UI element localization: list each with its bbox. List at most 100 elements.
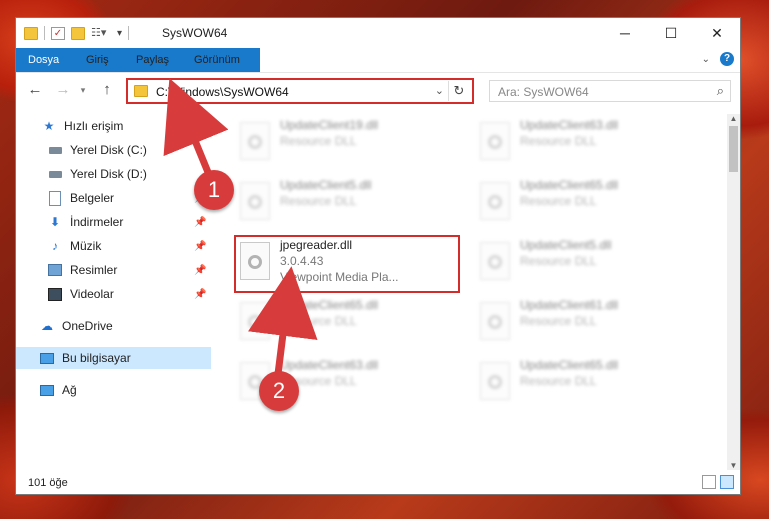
sidebar-item-local-disk-d[interactable]: Yerel Disk (D:) [16,163,211,185]
sidebar-item-label: Belgeler [70,191,115,205]
dll-file-icon [480,122,510,160]
file-type: Resource DLL [520,374,597,388]
close-button[interactable]: ✕ [694,18,740,48]
title-bar: ✓ ☷▾ ▾ SysWOW64 ─ ☐ ✕ [16,18,740,48]
sidebar-item-this-pc[interactable]: Bu bilgisayar [16,347,211,369]
customize-toolbar-icon[interactable]: ▾ [117,28,122,39]
file-name: UpdateClient5.dll [280,178,372,192]
file-name: UpdateClient63.dll [280,358,379,372]
documents-icon [48,190,62,206]
file-type: Resource DLL [520,314,597,328]
folder-icon [24,26,38,40]
ribbon-tabs: Dosya Giriş Paylaş Görünüm ⌄ ? [16,48,740,73]
scroll-up-icon[interactable]: ▲ [727,114,740,123]
item-count: 101 öğe [28,477,68,489]
videos-icon [48,287,62,301]
sidebar-item-network[interactable]: Ağ [16,379,211,401]
music-icon: ♪ [52,239,58,253]
sidebar-item-label: Resimler [70,263,118,277]
pin-icon[interactable]: 📌 [194,289,206,300]
details-view-icon[interactable] [702,475,716,489]
file-type: Resource DLL [280,314,357,328]
window-title: SysWOW64 [162,26,228,40]
scrollbar-thumb[interactable] [729,126,738,172]
file-name: UpdateClient65.dll [280,298,379,312]
file-type: Resource DLL [520,134,597,148]
maximize-button[interactable]: ☐ [648,18,694,48]
file-type: Resource DLL [280,194,357,208]
dll-file-icon [240,182,270,220]
tab-share[interactable]: Paylaş [124,48,181,72]
network-icon [40,383,54,397]
step-2-badge: 2 [259,371,299,411]
chevron-down-icon[interactable]: ⌄ [435,84,444,97]
file-name: UpdateClient63.dll [520,118,619,132]
tab-view[interactable]: Görünüm [182,48,252,72]
pin-icon[interactable]: 📌 [194,217,206,228]
file-name: UpdateClient65.dll [520,178,619,192]
pin-icon[interactable]: 📌 [194,241,206,252]
sidebar-item-label: Bu bilgisayar [62,351,131,365]
cloud-icon: ☁ [41,319,53,333]
file-type: Resource DLL [520,254,597,268]
sidebar-item-music[interactable]: ♪ Müzik 📌 [16,235,211,257]
search-input[interactable]: Ara: SysWOW64 [498,85,589,99]
dll-file-icon [240,122,270,160]
dll-file-icon [480,182,510,220]
file-type: Resource DLL [520,194,597,208]
help-icon[interactable]: ? [720,52,734,66]
address-path[interactable]: C:\Windows\SysWOW64 [156,85,289,99]
quick-access-toolbar: ✓ ☷▾ ▾ [24,26,130,40]
file-tile[interactable]: UpdateClient61.dll Resource DLL [475,294,695,352]
file-tile[interactable]: UpdateClient65.dll Resource DLL [475,354,695,412]
refresh-icon[interactable]: ↻ [448,81,469,101]
file-tile[interactable]: UpdateClient65.dll Resource DLL [235,294,455,352]
divider [128,26,130,40]
navigation-pane: ★ Hızlı erişim Yerel Disk (C:) Yerel Dis… [16,115,211,455]
file-tile[interactable]: UpdateClient65.dll Resource DLL [475,174,695,232]
computer-icon [40,351,54,365]
file-tile[interactable]: UpdateClient63.dll Resource DLL [475,114,695,172]
up-arrow-icon[interactable]: ↑ [98,81,116,99]
address-bar[interactable]: C:\Windows\SysWOW64 ⌄ ↻ [126,78,474,104]
vertical-scrollbar[interactable]: ▲ ▼ [727,114,740,470]
navigation-bar: ← → ▾ ↑ C:\Windows\SysWOW64 ⌄ ↻ Ara: Sys… [16,75,740,107]
sidebar-item-documents[interactable]: Belgeler 📌 [16,187,211,209]
view-options-icon[interactable]: ☷▾ [91,27,106,40]
forward-arrow-icon[interactable]: → [54,81,72,99]
sidebar-item-label: Ağ [62,383,77,397]
search-box[interactable]: Ara: SysWOW64 ⌕ [489,80,731,102]
sidebar-item-label: İndirmeler [70,215,124,229]
recent-locations-icon[interactable]: ▾ [74,81,92,99]
sidebar-item-onedrive[interactable]: ☁ OneDrive [16,315,211,337]
file-tile[interactable]: UpdateClient5.dll Resource DLL [475,234,695,292]
search-icon[interactable]: ⌕ [717,83,724,99]
dll-file-icon [480,362,510,400]
file-name: UpdateClient65.dll [520,358,619,372]
pin-icon[interactable]: 📌 [194,265,206,276]
dll-file-icon [480,302,510,340]
sidebar-item-pictures[interactable]: Resimler 📌 [16,259,211,281]
sidebar-item-label: Videolar [70,287,114,301]
file-highlight-box [234,235,460,293]
tab-home[interactable]: Giriş [74,48,121,72]
file-tile[interactable]: UpdateClient5.dll Resource DLL [235,174,455,232]
sidebar-item-downloads[interactable]: ⬇ İndirmeler 📌 [16,211,211,233]
properties-icon[interactable]: ✓ [51,26,65,40]
step-1-badge: 1 [194,170,234,210]
sidebar-item-local-disk-c[interactable]: Yerel Disk (C:) [16,139,211,161]
dll-file-icon [240,302,270,340]
file-tile[interactable]: UpdateClient19.dll Resource DLL [235,114,455,172]
file-type: Resource DLL [280,134,357,148]
back-arrow-icon[interactable]: ← [26,81,44,99]
sidebar-item-quick-access[interactable]: ★ Hızlı erişim [16,115,211,137]
expand-ribbon-icon[interactable]: ⌄ [702,54,710,65]
divider [44,26,45,40]
dll-file-icon [480,242,510,280]
new-folder-icon[interactable] [71,26,85,40]
scroll-down-icon[interactable]: ▼ [727,461,740,470]
file-name: UpdateClient19.dll [280,118,379,132]
minimize-button[interactable]: ─ [602,18,648,48]
sidebar-item-videos[interactable]: Videolar 📌 [16,283,211,305]
tiles-view-icon[interactable] [720,475,734,489]
